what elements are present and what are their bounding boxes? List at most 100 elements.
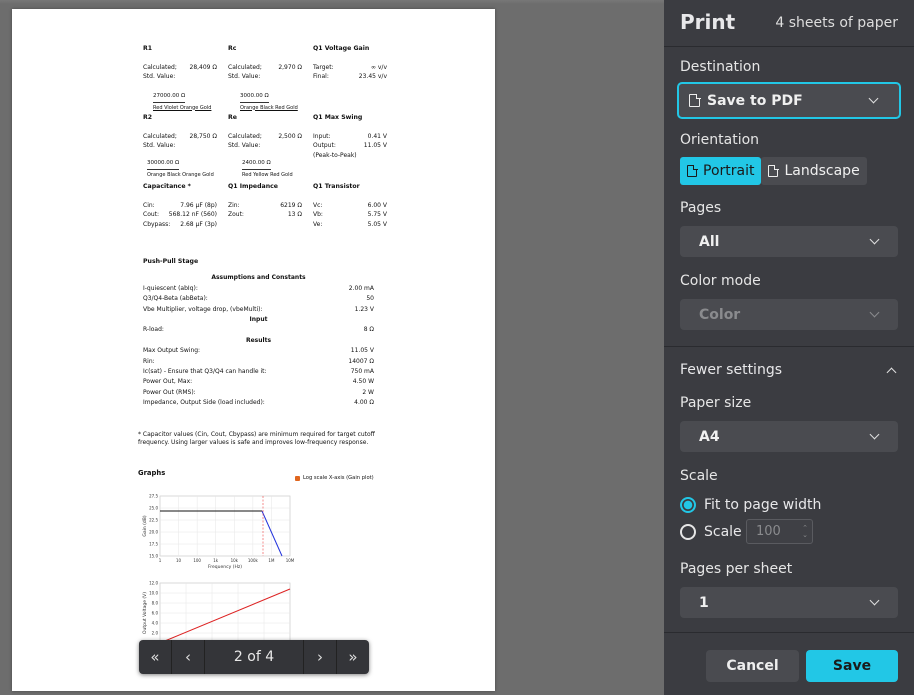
std-resistor: 3000.00 Ω Orange Black Red Gold	[240, 92, 298, 113]
card-row: Std. Value:	[143, 141, 217, 151]
result-card: Re Calculated; 2,500 Ω Std. Value: 2400.00 Ω…	[228, 113, 302, 178]
x-tick-label: 10M	[286, 558, 295, 563]
scale-value: 100	[756, 524, 781, 539]
next-page-button[interactable]: ›	[304, 640, 336, 674]
chevron-down-icon	[869, 307, 880, 318]
results-title: Results	[245, 336, 272, 344]
panel-title: Print	[680, 10, 736, 34]
destination-select[interactable]: Save to PDF	[677, 82, 901, 119]
landscape-button[interactable]: Landscape	[761, 157, 867, 185]
prev-page-button[interactable]: ‹	[172, 640, 204, 674]
push-pull-section: Push-Pull Stage Assumptions and Constant…	[143, 257, 374, 409]
fewer-settings-toggle[interactable]: Fewer settings	[680, 362, 898, 378]
std-value: 2400.00 Ω	[242, 159, 271, 170]
pages-select[interactable]: All	[680, 226, 898, 257]
pp-label: Ic(sat) - Ensure that Q3/Q4 can handle i…	[143, 368, 267, 376]
row-label: Cout:	[143, 211, 160, 218]
chevron-down-icon	[869, 234, 880, 245]
pages-per-sheet-label: Pages per sheet	[680, 561, 793, 577]
pp-row: I-quiescent (abIq): 2.00 mA	[143, 284, 374, 294]
result-card: Q1 Voltage Gain Target: ∞ v/v Final: 23.45 v…	[313, 44, 387, 82]
pp-row: Power Out, Max: 4.50 W	[143, 377, 374, 387]
pages-per-sheet-value: 1	[699, 594, 709, 611]
custom-scale-radio[interactable]: Scale	[680, 524, 742, 540]
card-row: Vb: 5.75 V	[313, 210, 387, 220]
row-value: 568.12 nF (560)	[168, 211, 217, 218]
card-row: Std. Value:	[228, 141, 302, 151]
pages-label: Pages	[680, 200, 722, 216]
pp-row: R-load: 8 Ω	[143, 325, 374, 335]
color-bands: Red Violet Orange Gold	[153, 104, 212, 111]
card-title: Q1 Voltage Gain	[313, 45, 370, 52]
row-value: 2,500 Ω	[278, 132, 302, 140]
card-title: Q1 Transistor	[313, 183, 360, 190]
graphs-title: Graphs	[138, 469, 166, 477]
cancel-button[interactable]: Cancel	[706, 650, 799, 682]
assumptions-title: Assumptions and Constants	[211, 274, 306, 282]
chevron-down-icon	[869, 595, 880, 606]
pp-row: Power Out (RMS): 2 W	[143, 388, 374, 398]
row-label: Std. Value:	[228, 73, 261, 80]
log-scale-option: Log scale X-axis (Gain plot)	[295, 475, 374, 481]
print-settings-panel: Print 4 sheets of paper Destination Save…	[664, 0, 914, 695]
result-card: Q1 Transistor Vc: 6.00 V Vb: 5.75 V Ve: 5.05 V	[313, 182, 387, 229]
chevron-down-icon	[868, 93, 879, 104]
y-tick-label: 17.5	[149, 542, 158, 547]
row-label: Std. Value:	[143, 73, 176, 80]
row-label: Cin:	[143, 201, 155, 209]
last-page-button[interactable]: »	[337, 640, 369, 674]
card-row: Calculated; 2,970 Ω	[228, 63, 302, 73]
plot-area	[159, 495, 291, 557]
pp-label: Rin:	[143, 357, 155, 365]
card-row: Std. Value:	[228, 72, 302, 82]
x-tick-label: 10	[176, 558, 182, 563]
result-card: R2 Calculated; 28,750 Ω Std. Value: 30000.00…	[143, 113, 217, 178]
portrait-button[interactable]: Portrait	[680, 157, 762, 185]
row-label: Zout:	[228, 211, 244, 218]
card-title: R2	[143, 114, 153, 121]
pp-label: Power Out, Max:	[143, 378, 193, 386]
save-button[interactable]: Save	[806, 650, 898, 682]
paper-size-label: Paper size	[680, 395, 752, 411]
fit-width-radio[interactable]: Fit to page width	[680, 497, 821, 513]
y-tick-label: 27.5	[149, 494, 158, 499]
x-tick-label: 100k	[248, 558, 259, 563]
pp-label: Max Output Swing:	[143, 347, 201, 355]
orientation-label: Orientation	[680, 132, 760, 148]
card-row: Zout: 13 Ω	[228, 210, 302, 220]
std-resistor: 27000.00 Ω Red Violet Orange Gold	[153, 92, 211, 113]
landscape-icon	[768, 164, 779, 177]
color-bands: Red Yellow Red Gold	[242, 171, 293, 178]
page-navigator: « ‹ 2 of 4 › »	[139, 640, 369, 674]
card-row: Output: 11.05 V	[313, 141, 387, 151]
card-row: Calculated; 28,409 Ω	[143, 63, 217, 73]
row-value: 6.00 V	[367, 201, 387, 209]
row-label: Vc:	[313, 201, 323, 209]
print-preview-area: R1 Calculated; 28,409 Ω Std. Value: 27000.00…	[0, 0, 664, 695]
x-tick-label: 1	[159, 558, 162, 563]
y-tick-label: 10.0	[149, 591, 158, 596]
paper-size-value: A4	[699, 428, 720, 445]
portrait-label: Portrait	[703, 163, 755, 179]
y-tick-label: 15.0	[149, 554, 158, 559]
card-row: Final: 23.45 v/v	[313, 72, 387, 82]
chevron-down-icon	[869, 429, 880, 440]
pp-value: 2 W	[362, 388, 374, 396]
scale-input[interactable]: 100 ⌃ ⌄	[746, 519, 813, 544]
row-label: Final:	[313, 73, 329, 80]
pages-per-sheet-select[interactable]: 1	[680, 587, 898, 618]
card-row: Input: 0.41 V	[313, 132, 387, 142]
std-resistor: 30000.00 Ω Orange Black Orange Gold	[147, 159, 214, 180]
paper-size-select[interactable]: A4	[680, 421, 898, 452]
y-tick-label: 25.0	[149, 506, 158, 511]
card-title: Q1 Max Swing	[313, 114, 363, 121]
first-page-button[interactable]: «	[139, 640, 171, 674]
pp-value: 2.00 mA	[348, 284, 374, 292]
checkbox-icon	[295, 475, 300, 481]
pp-row: Ic(sat) - Ensure that Q3/Q4 can handle i…	[143, 367, 374, 377]
color-mode-select: Color	[680, 299, 898, 330]
color-bands: Orange Black Red Gold	[240, 104, 298, 111]
card-title: Capacitance *	[143, 183, 191, 190]
pp-row: Max Output Swing: 11.05 V	[143, 346, 374, 356]
portrait-icon	[687, 164, 698, 177]
